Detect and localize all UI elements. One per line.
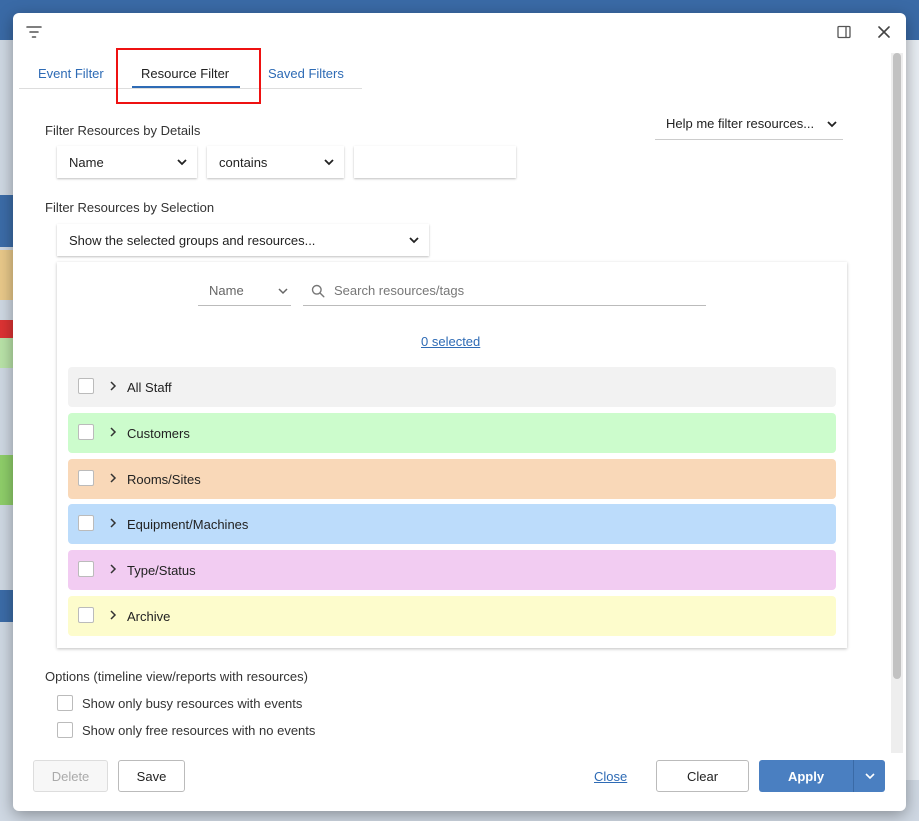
group-name: All Staff [127,380,172,395]
chevron-right-icon[interactable] [107,472,119,484]
busy-only-label: Show only busy resources with events [82,696,303,711]
delete-button[interactable]: Delete [33,760,108,792]
details-heading: Filter Resources by Details [45,123,201,138]
operator-select-value: contains [219,154,268,170]
save-button[interactable]: Save [118,760,185,792]
background-event [0,320,14,338]
chevron-down-icon [177,159,187,166]
search-placeholder: Search resources/tags [334,283,465,298]
chevron-down-icon [864,773,875,780]
sort-select-value: Name [209,283,244,298]
group-row-type-status[interactable]: Type/Status [68,550,836,590]
chevron-down-icon [827,121,837,128]
background-right-column [905,40,919,780]
chevron-right-icon[interactable] [107,563,119,575]
clear-button[interactable]: Clear [656,760,749,792]
background-event [0,455,14,505]
free-only-label: Show only free resources with no events [82,723,316,738]
chevron-right-icon[interactable] [107,426,119,438]
group-row-equipment-machines[interactable]: Equipment/Machines [68,504,836,544]
help-filter-dropdown[interactable]: Help me filter resources... [655,108,843,140]
group-name: Type/Status [127,563,196,578]
group-row-all-staff[interactable]: All Staff [68,367,836,407]
field-select-value: Name [69,154,104,170]
tab-event-filter[interactable]: Event Filter [38,66,104,81]
selected-count-link[interactable]: 0 selected [421,334,480,349]
apply-button[interactable]: Apply [759,760,853,792]
background-event [0,250,14,300]
chevron-down-icon [409,237,419,244]
group-checkbox[interactable] [78,470,94,486]
group-checkbox[interactable] [78,561,94,577]
background-event [0,338,14,368]
scrollbar-thumb[interactable] [893,53,901,679]
dock-panel-icon[interactable] [835,23,853,41]
group-name: Rooms/Sites [127,472,201,487]
group-row-customers[interactable]: Customers [68,413,836,453]
group-row-archive[interactable]: Archive [68,596,836,636]
filter-icon[interactable] [25,23,43,41]
group-row-rooms-sites[interactable]: Rooms/Sites [68,459,836,499]
operator-select[interactable]: contains [207,146,344,178]
free-only-checkbox[interactable] [57,722,73,738]
filter-value-input[interactable] [354,146,516,178]
help-filter-label: Help me filter resources... [666,116,815,131]
resource-selection-panel: Name Search resources/tags 0 selected Al… [57,262,847,648]
resource-search-input[interactable]: Search resources/tags [303,276,706,306]
chevron-right-icon[interactable] [107,609,119,621]
chevron-right-icon[interactable] [107,517,119,529]
close-link[interactable]: Close [594,769,627,784]
group-checkbox[interactable] [78,378,94,394]
highlight-box [116,48,261,104]
chevron-down-icon [278,288,288,295]
close-icon[interactable] [875,23,893,41]
selection-heading: Filter Resources by Selection [45,200,215,215]
group-name: Customers [127,426,190,441]
options-heading: Options (timeline view/reports with reso… [45,669,308,684]
chevron-down-icon [324,159,334,166]
selection-mode-value: Show the selected groups and resources..… [69,232,316,248]
selection-mode-select[interactable]: Show the selected groups and resources..… [57,224,429,256]
group-name: Archive [127,609,171,624]
dialog-scrollbar[interactable] [891,53,903,753]
group-checkbox[interactable] [78,607,94,623]
group-checkbox[interactable] [78,424,94,440]
search-icon [311,284,325,298]
apply-options-button[interactable] [853,760,885,792]
group-name: Equipment/Machines [127,517,249,532]
tab-saved-filters[interactable]: Saved Filters [268,66,344,81]
busy-only-checkbox[interactable] [57,695,73,711]
resource-filter-dialog: Event Filter Resource Filter Saved Filte… [13,13,906,811]
field-select[interactable]: Name [57,146,197,178]
chevron-right-icon[interactable] [107,380,119,392]
sort-select[interactable]: Name [198,276,291,306]
group-checkbox[interactable] [78,515,94,531]
